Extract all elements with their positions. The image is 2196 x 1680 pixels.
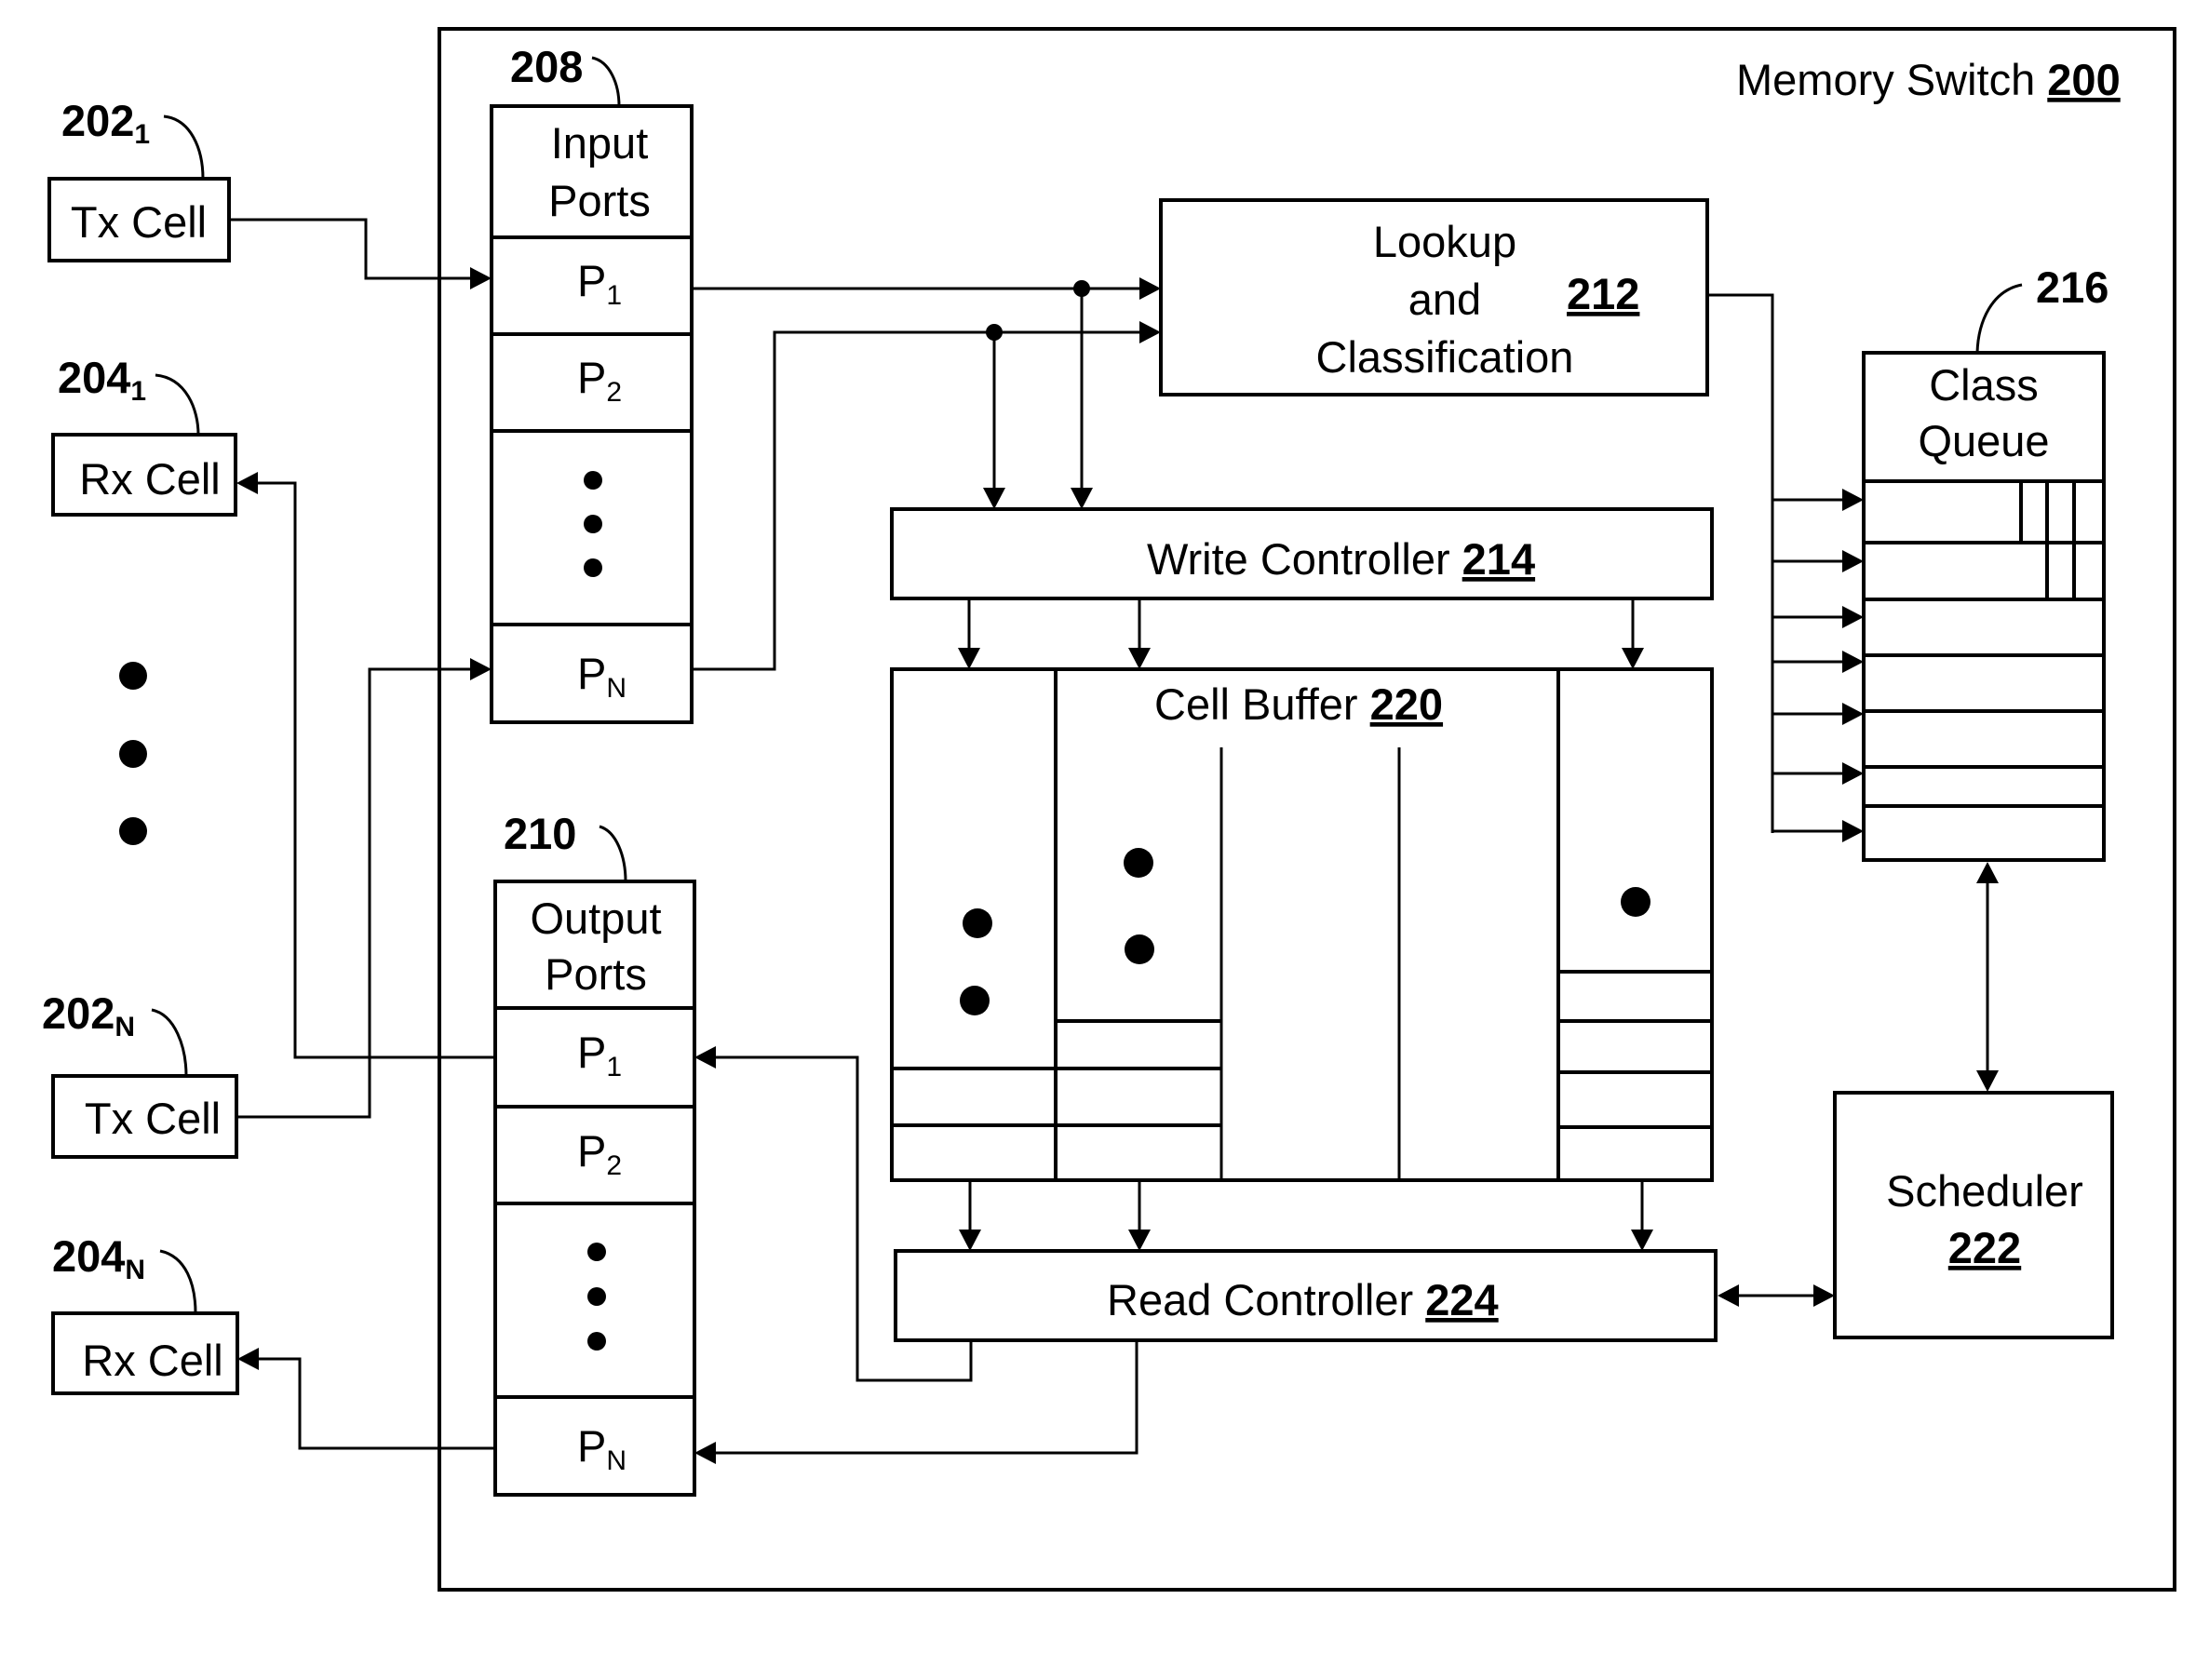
ellipsis-dot [119,740,147,768]
input-ports-block: Input Ports P1 P2 PN [490,104,694,724]
input-port-ellipsis-dot [584,471,602,490]
input-ports-title-1: Input [551,118,649,168]
class-queue-title-1: Class [1929,360,2039,410]
arrowhead [236,472,258,494]
ellipsis-dot [119,817,147,845]
rx-cell-1-label: Rx Cell [79,454,220,504]
tx-cell-1-leader [163,114,205,180]
tx-cell-n-ref: 202N [42,988,135,1042]
tx-cell-1-label: Tx Cell [71,197,207,247]
rx-cell-n: Rx Cell [51,1311,239,1395]
tx-cell-n: Tx Cell [51,1074,238,1159]
rx-cell-1: Rx Cell [51,433,237,517]
output-port-ellipsis-dot [587,1332,606,1351]
write-controller-block: Write Controller 214 [890,507,1714,600]
rx-cell-n-label: Rx Cell [82,1336,222,1385]
tx-cell-1: Tx Cell [47,177,231,262]
rx-cell-1-leader [155,373,200,436]
input-port-ellipsis-dot [584,558,602,577]
class-queue-ref: 216 [2036,262,2108,312]
read-controller-block: Read Controller 224 [894,1249,1718,1342]
input-ports-title-2: Ports [548,176,651,225]
scheduler-label: Scheduler [1886,1166,2083,1216]
output-ports-block: Output Ports P1 P2 PN [493,880,696,1497]
buffer-ellipsis-dot [960,986,990,1015]
memory-switch-title: Memory Switch 200 [1736,55,2121,104]
rx-cell-n-leader [159,1249,197,1314]
rx-cell-n-ref: 204N [52,1231,145,1285]
lookup-line2: and [1408,275,1481,324]
read-controller-label: Read Controller 224 [1107,1275,1499,1324]
output-port-ellipsis-dot [587,1243,606,1261]
input-port-ellipsis-dot [584,515,602,533]
rx-cell-1-ref: 2041 [58,353,146,407]
buffer-ellipsis-dot [1621,887,1650,917]
tx-cell-1-ref: 2021 [61,96,150,150]
buffer-ellipsis-dot [963,908,992,938]
class-queue-title-2: Queue [1918,416,2049,465]
output-ports-title-1: Output [530,894,661,943]
lookup-line3: Classification [1316,332,1574,382]
scheduler-ref: 222 [1948,1223,2021,1272]
output-port-ellipsis-dot [587,1287,606,1306]
cell-buffer-block: Cell Buffer 220 [890,667,1714,1182]
output-ports-ref: 210 [504,809,576,858]
cell-buffer-label: Cell Buffer 220 [1154,679,1443,729]
arrowhead [237,1348,259,1370]
input-ports-ref: 208 [510,42,583,91]
write-controller-label: Write Controller 214 [1147,534,1535,584]
ellipsis-dot [119,662,147,690]
lookup-line1: Lookup [1373,217,1516,266]
class-queue-block: Class Queue [1862,351,2106,862]
lookup-classification-block: Lookup and Classification 212 [1159,198,1709,396]
scheduler-block: Scheduler 222 [1833,1091,2114,1339]
lookup-ref: 212 [1567,269,1639,318]
buffer-ellipsis-dot [1124,848,1153,878]
output-ports-title-2: Ports [545,949,647,999]
buffer-ellipsis-dot [1125,934,1154,964]
tx-cell-n-label: Tx Cell [85,1094,221,1143]
memory-switch-diagram: Memory Switch 200 Tx Cell 2021 Rx Cell 2… [42,27,2176,1592]
tx-cell-n-leader [151,1008,188,1077]
